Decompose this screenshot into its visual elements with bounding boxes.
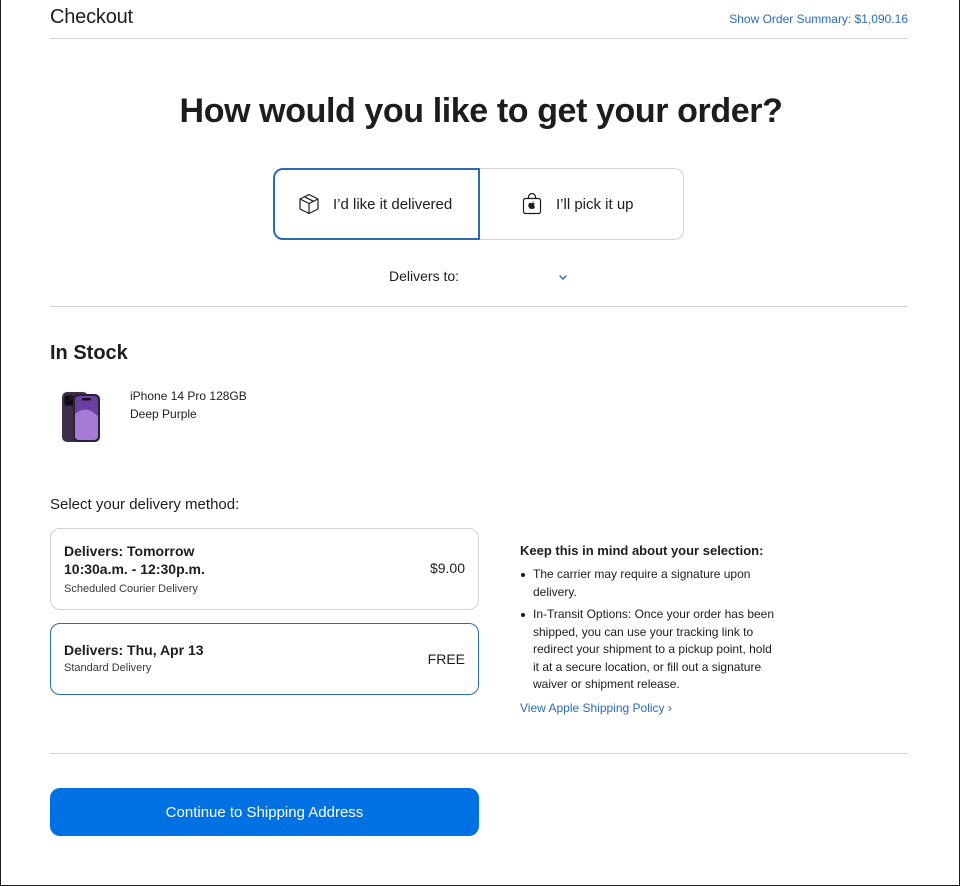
continue-to-shipping-button[interactable]: Continue to Shipping Address [50, 788, 479, 836]
checkout-header: Checkout Show Order Summary: $1,090.16 [50, 0, 908, 39]
shipping-policy-link[interactable]: View Apple Shipping Policy › [520, 701, 672, 715]
fulfillment-headline: How would you like to get your order? [179, 92, 783, 130]
pickup-option-button[interactable]: I’ll pick it up [478, 168, 684, 240]
iphone-product-image [59, 390, 103, 444]
box-icon [297, 192, 321, 216]
section-divider [50, 753, 908, 754]
page-frame: Checkout Show Order Summary: $1,090.16 H… [0, 0, 960, 886]
delivery-method-label: Select your delivery method: [50, 496, 240, 513]
product-color: Deep Purple [130, 407, 197, 421]
delivery-option-title: Delivers: Thu, Apr 13 [64, 642, 204, 658]
chevron-down-icon[interactable] [557, 270, 569, 282]
selection-info-heading: Keep this in mind about your selection: [520, 543, 764, 558]
section-divider [50, 306, 908, 307]
delivery-option-title: Delivers: Tomorrow [64, 543, 195, 559]
apple-bag-icon [520, 192, 544, 216]
product-name: iPhone 14 Pro 128GB [130, 389, 247, 403]
fulfillment-selector: I’d like it delivered I’ll pick it up [273, 168, 684, 240]
delivery-option-price: $9.00 [429, 560, 465, 576]
selection-info-list: The carrier may require a signature upon… [520, 566, 780, 699]
deliver-option-button[interactable]: I’d like it delivered [273, 168, 480, 240]
deliver-option-label: I’d like it delivered [333, 195, 453, 213]
delivery-option-subtitle: Scheduled Courier Delivery [64, 583, 198, 595]
page-title: Checkout [50, 6, 133, 28]
selection-info-item: In-Transit Options: Once your order has … [520, 606, 780, 694]
pickup-option-label: I’ll pick it up [556, 195, 634, 213]
selection-info-item: The carrier may require a signature upon… [520, 566, 780, 601]
delivery-option-courier[interactable]: Delivers: Tomorrow 10:30a.m. - 12:30p.m.… [50, 528, 479, 610]
delivery-option-price: FREE [427, 651, 465, 667]
delivery-option-time-window: 10:30a.m. - 12:30p.m. [64, 561, 205, 577]
delivery-option-standard[interactable]: Delivers: Thu, Apr 13 Standard Delivery … [50, 623, 479, 695]
in-stock-heading: In Stock [50, 342, 128, 364]
show-order-summary-link[interactable]: Show Order Summary: $1,090.16 [729, 12, 908, 26]
delivery-option-subtitle: Standard Delivery [64, 662, 152, 674]
delivers-to-label: Delivers to: [389, 268, 460, 284]
